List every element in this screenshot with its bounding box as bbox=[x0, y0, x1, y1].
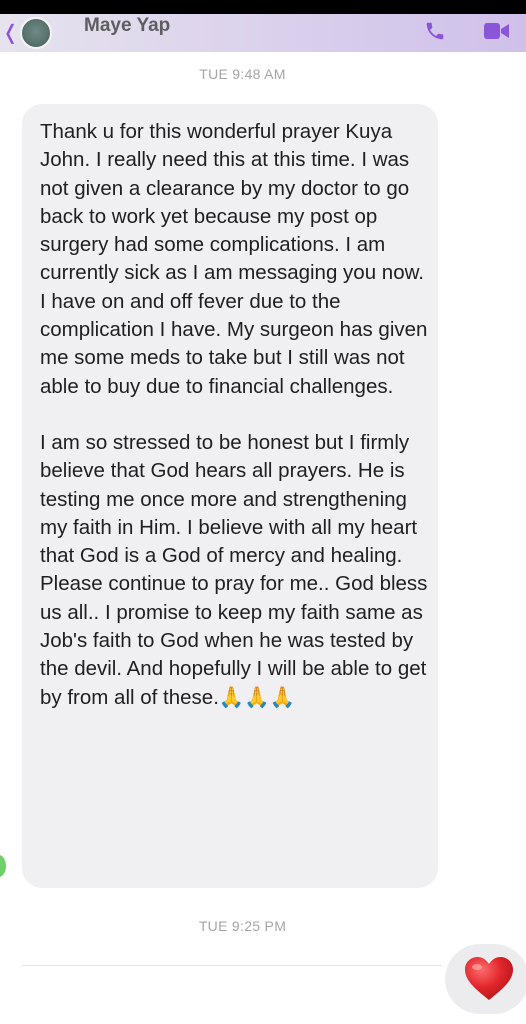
message-paragraph: Thank u for this wonderful prayer Kuya J… bbox=[40, 120, 428, 398]
online-status-dot bbox=[0, 855, 6, 877]
message-paragraph: I am so stressed to be honest but I firm… bbox=[40, 430, 428, 709]
phone-icon[interactable] bbox=[424, 20, 446, 42]
chevron-left-icon[interactable]: ❬ bbox=[2, 22, 19, 44]
timestamp: TUE 9:48 AM bbox=[199, 66, 286, 82]
status-bar bbox=[0, 0, 526, 14]
divider bbox=[22, 965, 442, 966]
chat-header: ❬ Maye Yap bbox=[0, 14, 526, 52]
red-heart-icon[interactable] bbox=[464, 956, 514, 1002]
video-camera-icon[interactable] bbox=[484, 22, 510, 40]
message-bubble[interactable]: Thank u for this wonderful prayer Kuya J… bbox=[22, 104, 438, 888]
contact-name[interactable]: Maye Yap bbox=[84, 14, 170, 38]
avatar[interactable] bbox=[20, 17, 52, 49]
timestamp: TUE 9:25 PM bbox=[198, 918, 287, 934]
